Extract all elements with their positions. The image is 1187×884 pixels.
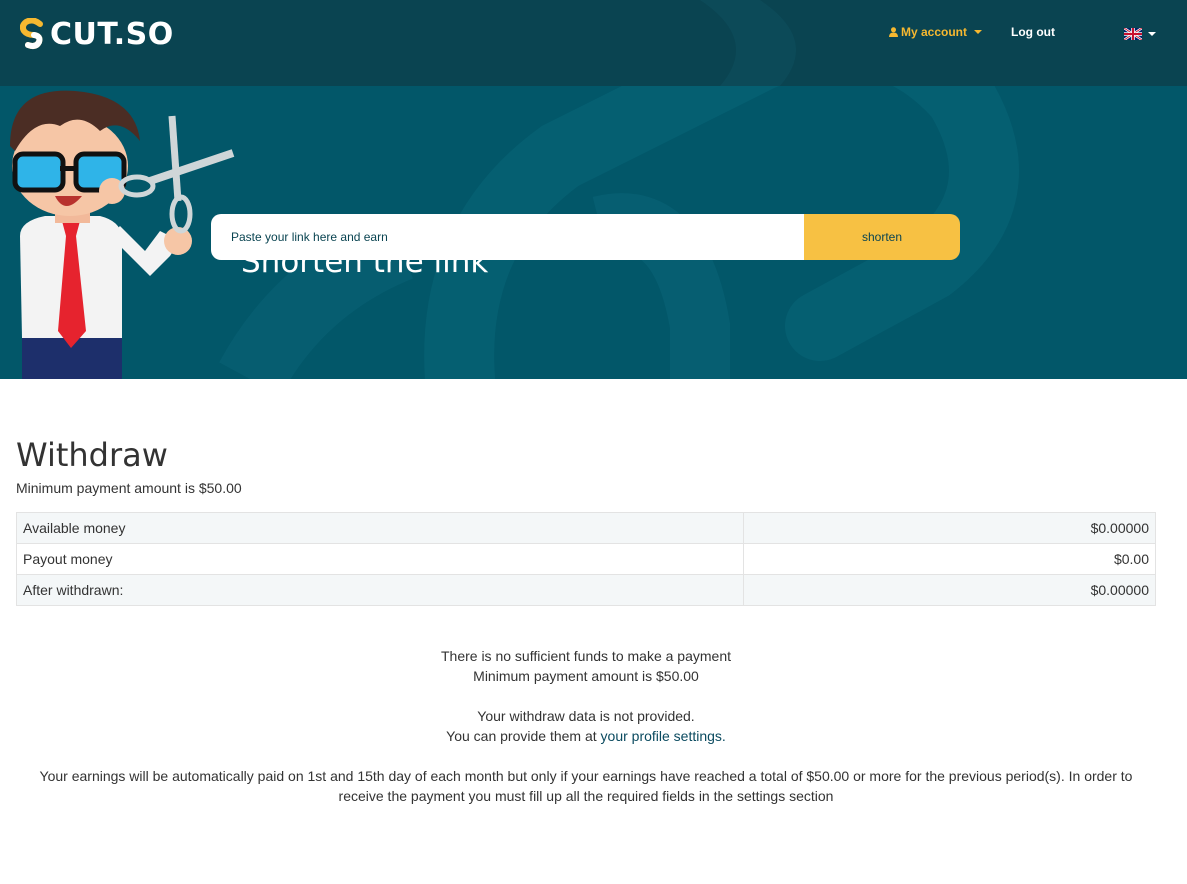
withdraw-data-message: Your withdraw data is not provided. bbox=[477, 708, 695, 724]
uk-flag-icon bbox=[1124, 28, 1142, 40]
withdraw-section: Withdraw Minimum payment amount is $50.0… bbox=[16, 430, 1156, 496]
logo-icon bbox=[20, 18, 43, 49]
table-row: Available money $0.00000 bbox=[16, 512, 1156, 544]
minimum-payment-message: Minimum payment amount is $50.00 bbox=[473, 668, 699, 684]
language-selector[interactable] bbox=[1124, 28, 1156, 40]
balance-table: Available money $0.00000 Payout money $0… bbox=[16, 512, 1156, 606]
table-row: Payout money $0.00 bbox=[16, 543, 1156, 575]
chevron-down-icon bbox=[974, 30, 983, 34]
table-row: After withdrawn: $0.00000 bbox=[16, 574, 1156, 606]
background-decoration bbox=[700, 0, 796, 86]
top-navbar: CUT.SO My account Log out bbox=[0, 0, 1187, 86]
row-label: Available money bbox=[16, 512, 744, 544]
row-value: $0.00000 bbox=[743, 574, 1156, 606]
minimum-payment-note: Minimum payment amount is $50.00 bbox=[16, 480, 242, 496]
logout-link[interactable]: Log out bbox=[1011, 25, 1055, 39]
row-label: Payout money bbox=[16, 543, 744, 575]
auto-payment-note: Your earnings will be automatically paid… bbox=[39, 768, 1133, 804]
profile-settings-message: You can provide them at your profile set… bbox=[16, 726, 1156, 746]
insufficient-funds-message: There is no sufficient funds to make a p… bbox=[440, 648, 731, 664]
row-label: After withdrawn: bbox=[16, 574, 744, 606]
my-account-label: My account bbox=[901, 25, 968, 39]
row-value: $0.00 bbox=[743, 543, 1156, 575]
row-value: $0.00000 bbox=[743, 512, 1156, 544]
page-title: Withdraw bbox=[16, 436, 168, 474]
withdraw-info: There is no sufficient funds to make a p… bbox=[16, 646, 1156, 806]
my-account-menu[interactable]: My account bbox=[889, 25, 983, 39]
profile-settings-prefix: You can provide them at bbox=[446, 728, 601, 744]
chevron-down-icon bbox=[1148, 32, 1156, 36]
brand-logo[interactable]: CUT.SO bbox=[20, 16, 174, 52]
shorten-button[interactable]: shorten bbox=[804, 214, 960, 260]
mascot-illustration bbox=[10, 90, 235, 379]
user-icon bbox=[889, 27, 898, 37]
profile-settings-link[interactable]: your profile settings. bbox=[601, 728, 726, 744]
brand-name: CUT.SO bbox=[50, 16, 174, 52]
shorten-form: shorten bbox=[211, 214, 960, 260]
url-input[interactable] bbox=[211, 214, 804, 260]
